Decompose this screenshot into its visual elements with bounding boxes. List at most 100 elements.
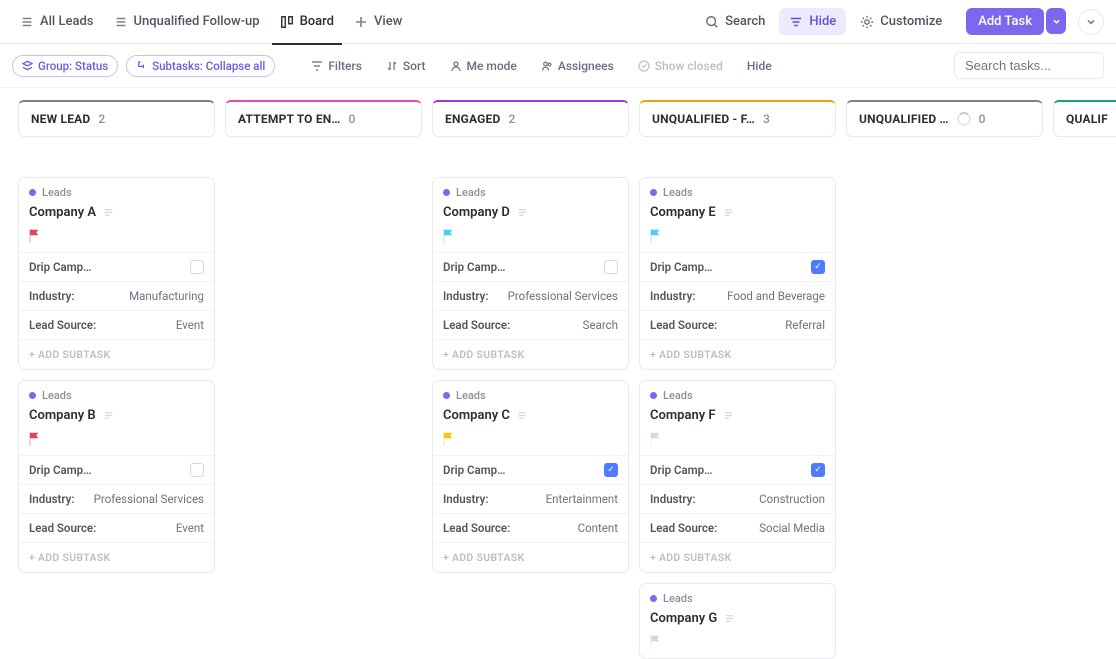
nav-view-label: View <box>374 14 402 29</box>
source-value: Social Media <box>759 521 825 535</box>
checkbox[interactable] <box>604 260 618 274</box>
leads-label: Leads <box>456 389 486 402</box>
description-icon <box>103 410 114 421</box>
priority-flag-icon[interactable] <box>650 229 662 243</box>
subtasks-label: Subtasks: Collapse all <box>152 59 265 73</box>
task-card[interactable]: Leads Company G <box>639 583 836 659</box>
search-button[interactable]: Search <box>695 8 775 35</box>
subtasks-pill[interactable]: Subtasks: Collapse all <box>126 55 275 77</box>
column-header[interactable]: ATTEMPT TO EN… 0 <box>225 100 422 137</box>
priority-flag-icon[interactable] <box>443 432 455 446</box>
chevron-down-icon <box>1052 17 1061 26</box>
status-dot <box>443 189 450 196</box>
priority-flag-icon[interactable] <box>443 229 455 243</box>
status-dot <box>650 189 657 196</box>
nav-all-leads-label: All Leads <box>40 14 94 29</box>
add-subtask-button[interactable]: + ADD SUBTASK <box>640 542 835 572</box>
add-subtask-button[interactable]: + ADD SUBTASK <box>19 339 214 369</box>
check-circle-icon <box>638 60 650 72</box>
add-subtask-button[interactable]: + ADD SUBTASK <box>19 542 214 572</box>
column-title: ATTEMPT TO EN… <box>238 112 341 126</box>
nav-all-leads[interactable]: All Leads <box>12 8 102 35</box>
checkbox[interactable]: ✓ <box>811 260 825 274</box>
source-value: Event <box>176 318 204 332</box>
hide-button[interactable]: Hide <box>779 8 846 35</box>
column-header[interactable]: UNQUALIFIED - F… 3 <box>639 100 836 137</box>
nav-unqualified-label: Unqualified Follow-up <box>134 14 260 29</box>
checkbox[interactable]: ✓ <box>604 463 618 477</box>
drip-label: Drip Camp… <box>29 260 91 274</box>
priority-flag-icon[interactable] <box>29 432 41 446</box>
search-icon <box>705 15 719 29</box>
priority-flag-icon[interactable] <box>29 229 41 243</box>
industry-label: Industry: <box>443 289 488 303</box>
drip-label: Drip Camp… <box>650 260 712 274</box>
toolbar-hide-button[interactable]: Hide <box>739 55 780 77</box>
column-header[interactable]: NEW LEAD 2 <box>18 100 215 137</box>
group-label: Group: Status <box>38 59 108 73</box>
drip-label: Drip Camp… <box>443 260 505 274</box>
task-card[interactable]: Leads Company D Drip Camp… Industry:Prof… <box>432 177 629 370</box>
add-subtask-button[interactable]: + ADD SUBTASK <box>640 339 835 369</box>
task-card[interactable]: Leads Company E Drip Camp…✓ Industry:Foo… <box>639 177 836 370</box>
leads-label: Leads <box>42 186 72 199</box>
toolbar-hide-label: Hide <box>747 59 772 73</box>
column-header[interactable]: QUALIF <box>1053 100 1116 137</box>
industry-label: Industry: <box>443 492 488 506</box>
filters-button[interactable]: Filters <box>303 55 370 77</box>
checkbox[interactable] <box>190 463 204 477</box>
source-label: Lead Source: <box>443 521 510 535</box>
sort-button[interactable]: Sort <box>378 55 434 77</box>
task-card[interactable]: Leads Company C Drip Camp…✓ Industry:Ent… <box>432 380 629 573</box>
priority-flag-icon[interactable] <box>650 635 662 649</box>
checkbox[interactable]: ✓ <box>811 463 825 477</box>
status-dot <box>650 595 657 602</box>
add-task-button[interactable]: Add Task <box>966 8 1044 35</box>
nav-board[interactable]: Board <box>272 8 342 35</box>
me-mode-button[interactable]: Me mode <box>442 55 525 77</box>
sort-label: Sort <box>403 59 426 73</box>
add-subtask-button[interactable]: + ADD SUBTASK <box>433 339 628 369</box>
source-value: Referral <box>785 318 825 332</box>
me-mode-label: Me mode <box>467 59 517 73</box>
task-card[interactable]: Leads Company F Drip Camp…✓ Industry:Con… <box>639 380 836 573</box>
nav-add-view[interactable]: View <box>346 8 410 35</box>
group-pill[interactable]: Group: Status <box>12 55 118 77</box>
column-title: UNQUALIFIED - F… <box>652 112 755 126</box>
priority-flag-icon[interactable] <box>650 432 662 446</box>
column-count: 0 <box>979 112 986 126</box>
more-menu-button[interactable] <box>1078 9 1104 35</box>
column-header[interactable]: ENGAGED 2 <box>432 100 629 137</box>
hide-icon <box>789 15 803 29</box>
status-dot <box>29 189 36 196</box>
add-task-dropdown[interactable] <box>1046 8 1066 34</box>
column-header[interactable]: UNQUALIFIED … 0 <box>846 100 1043 137</box>
description-icon <box>103 207 114 218</box>
add-subtask-button[interactable]: + ADD SUBTASK <box>433 542 628 572</box>
subtask-icon <box>136 60 147 71</box>
search-input[interactable] <box>954 52 1104 79</box>
nav-unqualified[interactable]: Unqualified Follow-up <box>106 8 268 35</box>
assignees-button[interactable]: Assignees <box>533 55 622 77</box>
task-card[interactable]: Leads Company A Drip Camp… Industry:Manu… <box>18 177 215 370</box>
stack-icon <box>22 60 33 71</box>
show-closed-button[interactable]: Show closed <box>630 55 731 77</box>
customize-label: Customize <box>880 14 942 29</box>
user-icon <box>450 60 462 72</box>
customize-button[interactable]: Customize <box>850 8 952 35</box>
column-title: NEW LEAD <box>31 112 90 126</box>
status-dot <box>650 392 657 399</box>
source-label: Lead Source: <box>29 318 96 332</box>
source-label: Lead Source: <box>650 521 717 535</box>
column-count: 2 <box>508 112 515 126</box>
leads-label: Leads <box>456 186 486 199</box>
task-card[interactable]: Leads Company B Drip Camp… Industry:Prof… <box>18 380 215 573</box>
list-icon <box>20 15 34 29</box>
description-icon <box>723 410 734 421</box>
checkbox[interactable] <box>190 260 204 274</box>
industry-label: Industry: <box>29 289 74 303</box>
card-title: Company F <box>650 408 716 423</box>
leads-label: Leads <box>663 186 693 199</box>
nav-board-label: Board <box>300 14 334 29</box>
industry-value: Entertainment <box>546 492 618 506</box>
